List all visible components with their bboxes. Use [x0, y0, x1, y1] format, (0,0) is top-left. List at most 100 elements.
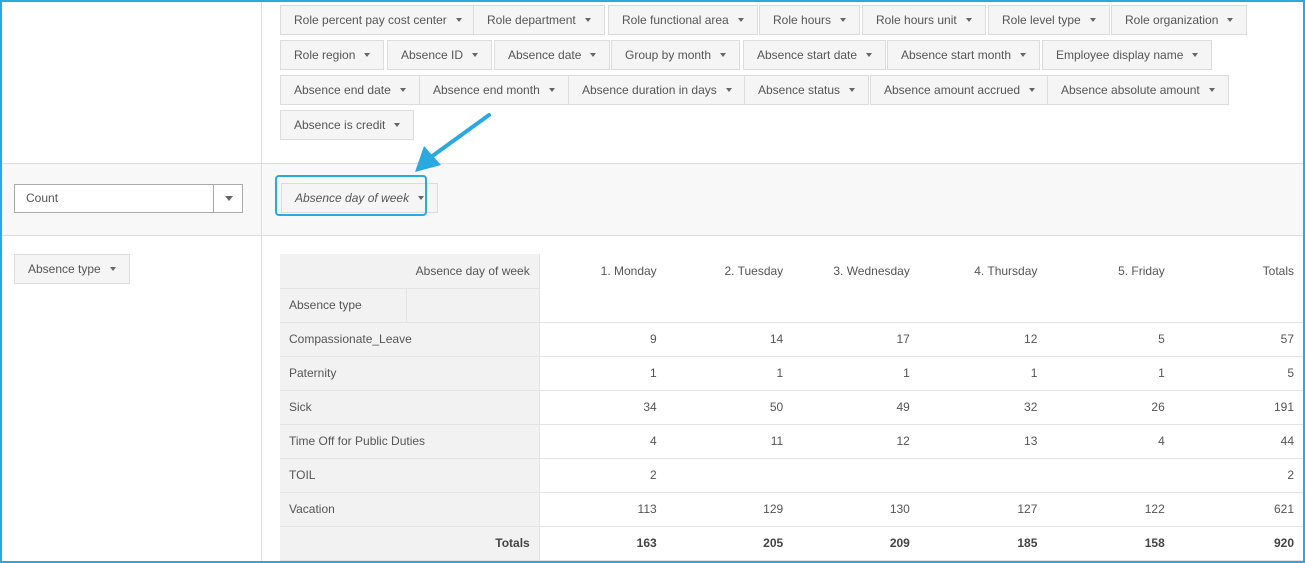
table-row: Sick 34 50 49 32 26 191: [280, 390, 1303, 425]
app-frame: Role percent pay cost center Role depart…: [0, 0, 1305, 563]
select-separator: [213, 185, 214, 212]
field-chip[interactable]: Role level type: [988, 5, 1110, 35]
caret-down-icon: [965, 17, 972, 22]
caret-down-icon: [1208, 87, 1215, 92]
row-total: 5: [1173, 356, 1303, 391]
row-label: Vacation: [280, 492, 540, 527]
cell-value: [792, 458, 919, 493]
column-header: 4. Thursday: [974, 264, 1038, 278]
table-row: Compassionate_Leave 9 14 17 12 5 57: [280, 322, 1303, 357]
field-chip[interactable]: Absence end date: [280, 75, 420, 105]
row-label: TOIL: [280, 458, 540, 493]
field-chip[interactable]: Absence amount accrued: [870, 75, 1050, 105]
table-row: Paternity 1 1 1 1 1 5: [280, 356, 1303, 391]
row-label: Time Off for Public Duties: [280, 424, 540, 459]
field-chip[interactable]: Employee display name: [1042, 40, 1213, 70]
cell-value: 17: [792, 322, 919, 357]
caret-down-icon: [590, 52, 597, 57]
aggregator-select[interactable]: Count: [14, 184, 243, 213]
caret-down-icon: [720, 52, 727, 57]
cell-value: 122: [1046, 492, 1174, 527]
cell-value: 12: [918, 322, 1047, 357]
row-field-chip[interactable]: Absence type: [14, 254, 130, 284]
column-total: 158: [1046, 526, 1174, 561]
cell-value: 129: [665, 492, 793, 527]
caret-down-icon: [1029, 87, 1036, 92]
divider-top: [2, 163, 1303, 164]
annotation-highlight-box: [275, 175, 427, 216]
cell-value: 9: [539, 322, 666, 357]
row-label: Compassionate_Leave: [280, 322, 540, 357]
field-chip[interactable]: Role organization: [1111, 5, 1248, 35]
cell-value: [1046, 458, 1174, 493]
cell-value: 32: [918, 390, 1047, 425]
cell-value: 1: [918, 356, 1047, 391]
cell-value: 1: [792, 356, 919, 391]
field-chip[interactable]: Absence end month: [419, 75, 569, 105]
field-chip[interactable]: Absence ID: [387, 40, 493, 70]
caret-down-icon: [1020, 52, 1027, 57]
totals-row: Totals 163 205 209 185 158 920: [280, 526, 1303, 561]
row-total: 191: [1173, 390, 1303, 425]
field-chip[interactable]: Role department: [473, 5, 605, 35]
totals-label: Totals: [280, 526, 540, 561]
field-chip[interactable]: Role hours: [759, 5, 861, 35]
cell-value: [918, 458, 1047, 493]
cell-value: 5: [1046, 322, 1174, 357]
cell-value: 130: [792, 492, 919, 527]
pivot-table: Absence day of week 1. Monday 2. Tuesday…: [280, 254, 1303, 561]
cell-value: 49: [792, 390, 919, 425]
divider-bottom: [2, 235, 1303, 236]
column-header: 1. Monday: [600, 264, 657, 278]
cell-value: 26: [1046, 390, 1174, 425]
field-chip[interactable]: Absence status: [744, 75, 870, 105]
cell-value: 2: [539, 458, 666, 493]
row-header-row: Absence type: [280, 288, 1303, 323]
col-field-header: Absence day of week: [406, 254, 540, 289]
row-label: Paternity: [280, 356, 540, 391]
table-row: Time Off for Public Duties 4 11 12 13 4 …: [280, 424, 1303, 459]
cell-value: 4: [1046, 424, 1174, 459]
field-chip[interactable]: Role hours unit: [862, 5, 986, 35]
field-chip[interactable]: Absence is credit: [280, 110, 415, 140]
dropdown-arrow-icon[interactable]: [225, 196, 233, 201]
caret-down-icon: [455, 17, 462, 22]
row-total: 57: [1173, 322, 1303, 357]
corner-cell: [280, 254, 407, 289]
cell-value: 34: [539, 390, 666, 425]
column-header: 2. Tuesday: [724, 264, 784, 278]
field-chip[interactable]: Role functional area: [608, 5, 758, 35]
column-total: 185: [918, 526, 1047, 561]
cell-value: 4: [539, 424, 666, 459]
field-chip[interactable]: Group by month: [611, 40, 741, 70]
row-label: Sick: [280, 390, 540, 425]
caret-down-icon: [1192, 52, 1199, 57]
caret-down-icon: [109, 266, 116, 271]
caret-down-icon: [364, 52, 371, 57]
cell-value: 1: [665, 356, 793, 391]
table-row: TOIL 2 2: [280, 458, 1303, 493]
caret-down-icon: [394, 122, 401, 127]
row-total: 621: [1173, 492, 1303, 527]
field-chip[interactable]: Absence date: [494, 40, 611, 70]
cell-value: 14: [665, 322, 793, 357]
field-chip[interactable]: Role percent pay cost center: [280, 5, 476, 35]
cell-value: 1: [539, 356, 666, 391]
cell-value: 13: [918, 424, 1047, 459]
field-chip[interactable]: Absence absolute amount: [1047, 75, 1229, 105]
caret-down-icon: [472, 52, 479, 57]
empty-header-cell: [406, 288, 540, 323]
cell-value: 50: [665, 390, 793, 425]
caret-down-icon: [866, 52, 873, 57]
cell-value: 1: [1046, 356, 1174, 391]
row-total: 44: [1173, 424, 1303, 459]
field-chip[interactable]: Absence start month: [887, 40, 1041, 70]
cell-value: 11: [665, 424, 793, 459]
field-chip[interactable]: Absence start date: [743, 40, 887, 70]
column-total: 163: [539, 526, 666, 561]
cell-value: 127: [918, 492, 1047, 527]
field-chip[interactable]: Role region: [280, 40, 385, 70]
field-chip[interactable]: Absence duration in days: [568, 75, 746, 105]
grand-total: 920: [1173, 526, 1303, 561]
caret-down-icon: [840, 17, 847, 22]
